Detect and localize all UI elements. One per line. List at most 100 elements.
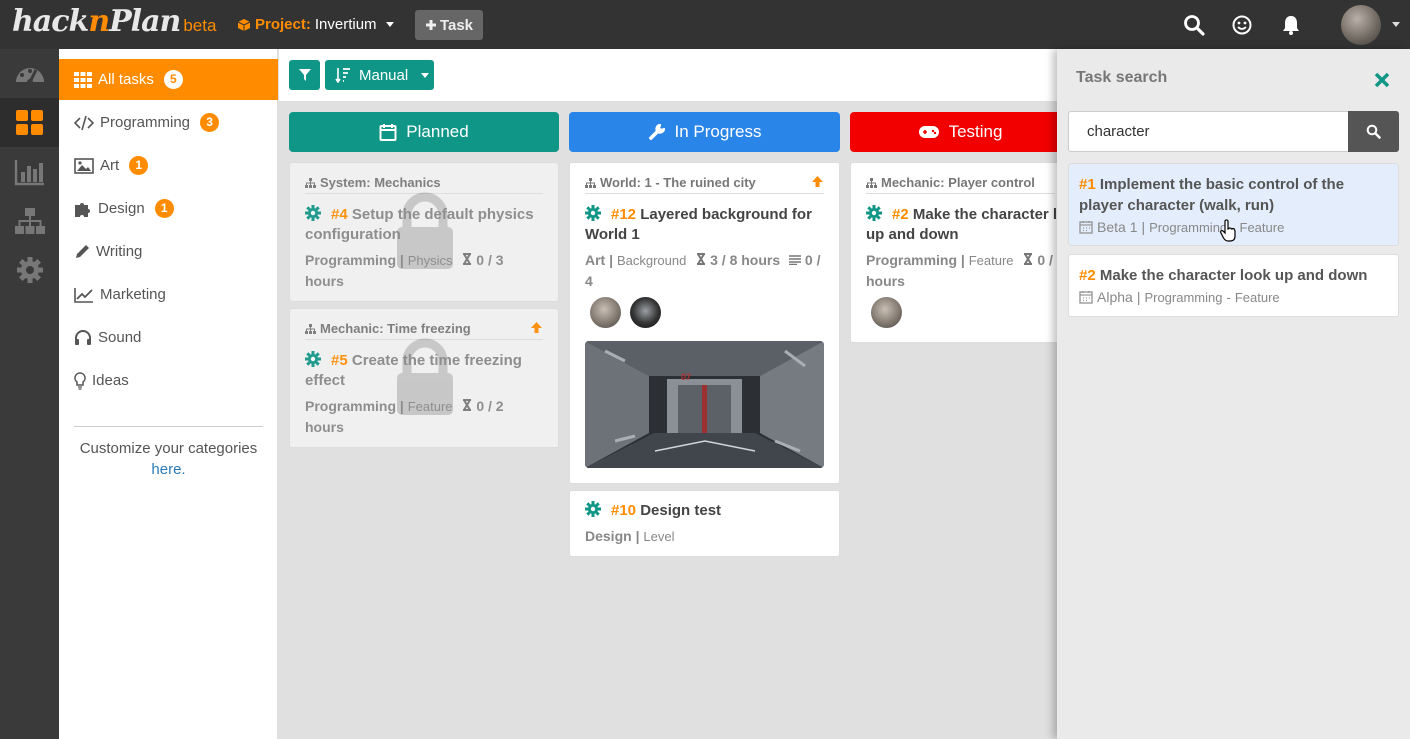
gamepad-icon: [918, 126, 939, 138]
filter-button[interactable]: [289, 60, 320, 90]
divider: [866, 193, 1055, 194]
project-selector[interactable]: Project: Invertium: [237, 16, 394, 33]
column-header-planned[interactable]: Planned: [289, 112, 559, 152]
gear-icon: [16, 256, 43, 283]
task-meta: Programming | Feature 0 /hours: [866, 252, 1053, 289]
high-priority-arrow-icon: [531, 322, 542, 333]
beta-label: beta: [183, 16, 217, 35]
hourglass-icon: [463, 399, 472, 411]
chart-icon: [14, 159, 44, 185]
task-search-panel: Task search #1 Implement the basic contr…: [1057, 49, 1410, 739]
category-writing[interactable]: Writing: [59, 231, 278, 272]
puzzle-icon: [75, 202, 90, 217]
search-input[interactable]: [1068, 111, 1349, 152]
calendar-icon: [379, 124, 397, 141]
category-design[interactable]: Design 1: [59, 188, 278, 229]
line-chart-icon: [74, 287, 93, 303]
task-card-4[interactable]: System: Mechanics #4 Setup the default p…: [289, 162, 559, 302]
task-title: #5 Create the time freezing effect: [305, 351, 522, 389]
hourglass-icon: [1024, 253, 1033, 265]
top-bar: hacknPlan beta Project: Invertium Task: [0, 0, 1410, 49]
customize-categories: Customize your categories here.: [79, 440, 258, 478]
category-sound[interactable]: Sound: [59, 317, 278, 358]
category-art[interactable]: Art 1: [59, 145, 278, 186]
logo[interactable]: hacknPlan beta: [12, 4, 216, 39]
task-card-5[interactable]: Mechanic: Time freezing #5 Create the ti…: [289, 308, 559, 448]
sort-dropdown[interactable]: Manual: [325, 60, 434, 90]
task-meta: Design | Level: [585, 528, 675, 544]
calendar-icon: [1079, 291, 1093, 304]
category-programming[interactable]: Programming 3: [59, 102, 278, 143]
high-priority-arrow-icon: [812, 176, 823, 187]
svg-text:07: 07: [681, 372, 691, 382]
count-badge: 1: [129, 156, 149, 175]
gear-icon: [866, 205, 882, 221]
project-label: Project:: [255, 16, 311, 33]
column-header-in-progress[interactable]: In Progress: [569, 112, 840, 152]
search-button[interactable]: [1348, 111, 1399, 152]
board-toolbar: Manual: [279, 49, 1057, 101]
chevron-down-icon: [421, 72, 430, 78]
gear-icon: [585, 205, 601, 221]
gear-icon: [305, 351, 321, 367]
task-group: World: 1 - The ruined city: [585, 175, 756, 190]
cube-icon: [237, 18, 251, 31]
add-task-button[interactable]: Task: [415, 10, 483, 40]
task-title: #4 Setup the default physics configurati…: [305, 205, 534, 243]
task-meta: Programming | Feature 0 / 2 hours: [305, 398, 504, 435]
sort-icon: [335, 68, 350, 83]
column-header-testing[interactable]: Testing: [850, 112, 1070, 152]
task-cover-image[interactable]: 07: [585, 341, 824, 468]
task-card-10[interactable]: #10 Design test Design | Level: [569, 490, 840, 557]
task-title: #2 Make the character l up and down: [866, 205, 1058, 243]
task-meta: Art | Background 3 / 8 hours 0 / 4: [585, 252, 821, 289]
count-badge: 5: [163, 70, 183, 89]
search-icon: [1366, 124, 1381, 139]
grid-icon: [74, 71, 92, 88]
search-result-2[interactable]: #2 Make the character look up and down A…: [1068, 254, 1399, 317]
category-all-tasks[interactable]: All tasks 5: [59, 59, 278, 100]
project-name: Invertium: [314, 16, 377, 33]
nav-board[interactable]: [0, 98, 59, 147]
result-meta: Alpha | Programming - Feature: [1079, 289, 1280, 305]
smiley-icon[interactable]: [1231, 14, 1253, 36]
category-marketing[interactable]: Marketing: [59, 274, 278, 315]
code-icon: [74, 115, 94, 130]
pencil-icon: [76, 244, 89, 258]
nav-analytics[interactable]: [0, 147, 59, 196]
result-meta: Beta 1 | Programming - Feature: [1079, 219, 1284, 235]
bell-icon[interactable]: [1280, 14, 1302, 36]
task-card-2[interactable]: Mechanic: Player control #2 Make the cha…: [850, 162, 1070, 343]
hourglass-icon: [463, 253, 472, 265]
task-card-12[interactable]: World: 1 - The ruined city #12 Layered b…: [569, 162, 840, 484]
search-icon[interactable]: [1183, 14, 1205, 36]
hierarchy-icon: [305, 177, 316, 188]
count-badge: 3: [200, 113, 220, 132]
lightbulb-icon: [74, 371, 86, 390]
hand-cursor-icon: [1219, 219, 1236, 242]
user-avatar[interactable]: [1341, 5, 1381, 45]
dashboard-icon: [15, 67, 44, 85]
hierarchy-icon: [305, 323, 316, 334]
main-nav: [0, 49, 59, 739]
avatar[interactable]: [871, 297, 902, 328]
divider: [74, 426, 263, 427]
category-ideas[interactable]: Ideas: [59, 360, 278, 401]
close-icon[interactable]: [1373, 71, 1391, 89]
subtasks-icon: [789, 255, 802, 266]
avatar[interactable]: [630, 297, 661, 328]
nav-settings[interactable]: [0, 245, 59, 294]
chevron-down-icon[interactable]: [1392, 22, 1400, 27]
headphones-icon: [75, 329, 91, 345]
task-group: System: Mechanics: [305, 175, 441, 190]
avatar[interactable]: [590, 297, 621, 328]
nav-design-model[interactable]: [0, 196, 59, 245]
calendar-icon: [1079, 221, 1093, 234]
customize-link[interactable]: here: [151, 461, 181, 478]
gear-icon: [305, 205, 321, 221]
filter-icon: [298, 69, 311, 81]
nav-dashboard[interactable]: [0, 49, 59, 98]
task-group: Mechanic: Time freezing: [305, 321, 471, 336]
task-title: #10 Design test: [585, 501, 825, 521]
plus-icon: [425, 20, 436, 30]
